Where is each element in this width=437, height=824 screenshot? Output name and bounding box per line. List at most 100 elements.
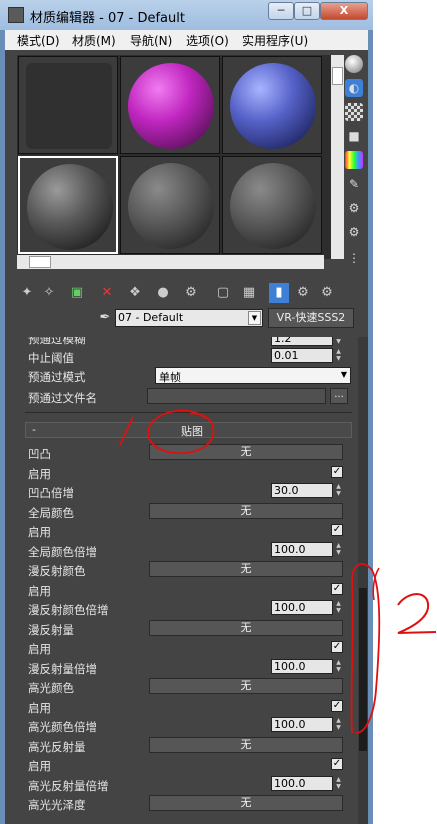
scrollbar-thumb[interactable] <box>29 256 51 268</box>
map-row-label: 启用 <box>28 584 51 598</box>
multiplier-spinner[interactable]: 30.0 <box>271 483 333 498</box>
spinner-arrows-icon[interactable]: ▲▼ <box>334 659 343 674</box>
map-slot-button[interactable]: 无 <box>149 678 343 694</box>
slots-vertical-scrollbar[interactable] <box>331 55 344 259</box>
put-to-scene-icon[interactable]: ✧ <box>39 283 59 303</box>
map-row-label: 高光颜色 <box>28 681 74 695</box>
annotation-bracket-tail <box>372 567 380 601</box>
map-slot-button[interactable]: 无 <box>149 561 343 577</box>
material-type-button[interactable]: VR-快速SSS2 <box>268 308 354 328</box>
spinner-arrows-icon[interactable]: ▲▼ <box>334 483 343 498</box>
map-slot-button[interactable]: 无 <box>149 795 343 811</box>
map-row-label: 启用 <box>28 642 51 656</box>
stop-threshold-spinner[interactable]: 0.01 <box>271 348 333 363</box>
grey-sphere-active <box>27 164 113 250</box>
options-icon[interactable]: ⚙ <box>345 199 363 217</box>
sample-slot-2[interactable] <box>120 56 220 154</box>
reset-map-icon[interactable]: ✕ <box>97 283 117 303</box>
map-row: 漫反射颜色倍增 100.0 ▲ ▼ <box>28 600 353 619</box>
map-row-label: 全局颜色倍增 <box>28 545 97 559</box>
menu-options[interactable]: 选项(O) <box>186 32 229 49</box>
material-id-icon[interactable]: ⚙ <box>181 283 201 303</box>
maps-rollout-title: 贴图 <box>181 425 203 438</box>
uv-tiling-icon[interactable]: ■ <box>345 127 363 145</box>
chevron-down-icon[interactable]: ▼ <box>248 311 261 325</box>
backlight-icon[interactable]: ◐ <box>345 79 363 97</box>
maximize-button[interactable]: □ <box>294 2 320 20</box>
sample-type-icon[interactable] <box>345 55 363 73</box>
enable-checkbox[interactable]: ✓ <box>331 700 343 712</box>
prepass-blur-row: 预通过模糊 1.2 ▲▼ <box>28 337 353 347</box>
video-color-check-icon[interactable] <box>345 151 363 169</box>
sample-slot-1[interactable] <box>18 56 118 154</box>
multiplier-spinner[interactable]: 100.0 <box>271 776 333 791</box>
assign-to-selection-icon[interactable]: ▣ <box>67 283 87 303</box>
map-slot-button[interactable]: 无 <box>149 444 343 460</box>
maps-rollout-header[interactable]: - 贴图 <box>25 422 352 438</box>
title-bar[interactable]: 材质编辑器 - 07 - Default ─ □ X <box>0 0 373 30</box>
go-to-parent-icon[interactable]: ▮ <box>269 283 289 303</box>
map-slot-button[interactable]: 无 <box>149 737 343 753</box>
enable-checkbox[interactable]: ✓ <box>331 641 343 653</box>
make-preview-icon[interactable]: ✎ <box>345 175 363 193</box>
sample-slot-4-active[interactable] <box>18 156 118 254</box>
map-row-label: 启用 <box>28 759 51 773</box>
spinner-arrows-icon[interactable]: ▲▼ <box>334 337 343 346</box>
sample-slots <box>17 55 331 259</box>
make-unique-icon[interactable]: ❖ <box>125 283 145 303</box>
menu-material[interactable]: 材质(M) <box>72 32 116 49</box>
spinner-arrows-icon[interactable]: ▲▼ <box>334 776 343 791</box>
spinner-arrows-icon[interactable]: ▲▼ <box>334 348 343 363</box>
chevron-down-icon: ▼ <box>340 370 347 379</box>
prepass-mode-select[interactable]: 单帧 ▼ <box>155 367 351 384</box>
sample-slot-5[interactable] <box>120 156 220 254</box>
enable-checkbox[interactable]: ✓ <box>331 758 343 770</box>
map-slot-button[interactable]: 无 <box>149 503 343 519</box>
sample-slot-3[interactable] <box>222 56 322 154</box>
multiplier-spinner[interactable]: 100.0 <box>271 659 333 674</box>
map-row-label: 启用 <box>28 701 51 715</box>
spinner-arrows-icon[interactable]: ▲▼ <box>334 717 343 732</box>
panel-scrollbar[interactable] <box>358 337 368 824</box>
put-to-library-icon[interactable]: ● <box>153 283 173 303</box>
material-name-row: ✒ 07 - Default ▼ VR-快速SSS2 <box>17 308 362 330</box>
enable-checkbox[interactable]: ✓ <box>331 583 343 595</box>
map-row: 启用 ✓ <box>28 464 353 483</box>
scrollbar-thumb[interactable] <box>359 588 367 751</box>
get-material-icon[interactable]: ✦ <box>17 283 37 303</box>
pick-material-icon[interactable]: ⚙ <box>317 283 337 303</box>
app-icon <box>8 7 24 23</box>
map-row-label: 凹凸倍增 <box>28 486 74 500</box>
magenta-sphere <box>128 63 214 149</box>
map-row-label: 高光反射量 <box>28 740 86 754</box>
map-row: 漫反射颜色 无 <box>28 561 353 580</box>
show-end-result-icon[interactable]: ▦ <box>239 283 259 303</box>
menu-navigation[interactable]: 导航(N) <box>130 32 172 49</box>
scrollbar-thumb[interactable] <box>332 67 343 85</box>
slots-horizontal-scrollbar[interactable] <box>17 255 324 269</box>
empty-slot <box>26 63 112 149</box>
menu-mode[interactable]: 模式(D) <box>17 32 60 49</box>
select-by-material-icon[interactable]: ⚙ <box>345 223 363 241</box>
browse-button[interactable]: ... <box>330 388 348 404</box>
multiplier-spinner[interactable]: 100.0 <box>271 717 333 732</box>
eyedropper-icon[interactable]: ✒ <box>96 310 114 328</box>
material-map-navigator-icon[interactable]: ⋮ <box>345 249 363 267</box>
prepass-blur-spinner[interactable]: 1.2 <box>271 337 333 346</box>
material-name-field[interactable]: 07 - Default ▼ <box>115 309 263 327</box>
background-checker-icon[interactable] <box>345 103 363 121</box>
enable-checkbox[interactable]: ✓ <box>331 524 343 536</box>
multiplier-spinner[interactable]: 100.0 <box>271 600 333 615</box>
minimize-button[interactable]: ─ <box>268 2 294 20</box>
spinner-arrows-icon[interactable]: ▲▼ <box>334 542 343 557</box>
map-slot-button[interactable]: 无 <box>149 620 343 636</box>
multiplier-spinner[interactable]: 100.0 <box>271 542 333 557</box>
spinner-arrows-icon[interactable]: ▲▼ <box>334 600 343 615</box>
sample-slot-6[interactable] <box>222 156 322 254</box>
close-button[interactable]: X <box>320 2 368 20</box>
prepass-file-input[interactable] <box>147 388 326 404</box>
menu-utilities[interactable]: 实用程序(U) <box>242 32 308 49</box>
go-forward-sibling-icon[interactable]: ⚙ <box>293 283 313 303</box>
enable-checkbox[interactable]: ✓ <box>331 466 343 478</box>
show-map-in-viewport-icon[interactable]: ▢ <box>213 283 233 303</box>
